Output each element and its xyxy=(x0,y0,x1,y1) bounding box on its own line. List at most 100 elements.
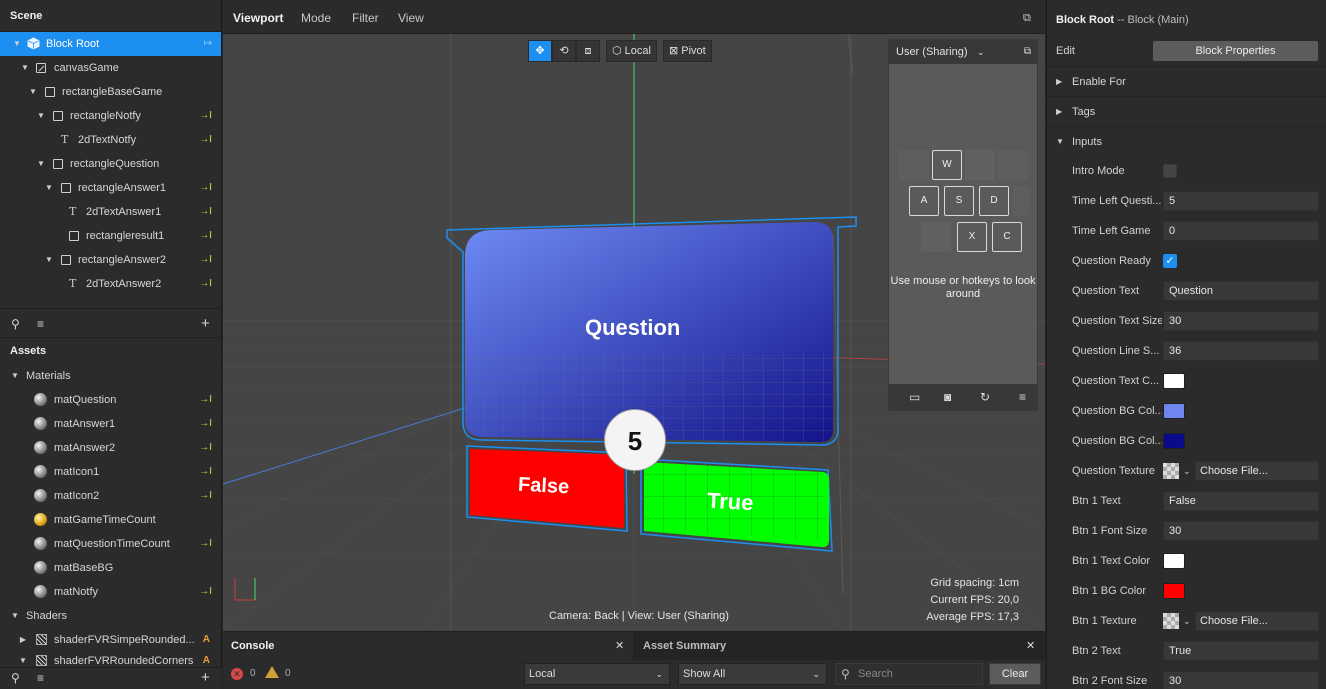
asset-material[interactable]: matAnswer2 →I xyxy=(0,436,221,460)
texture-picker[interactable]: ⌄ Choose File... xyxy=(1163,611,1319,631)
section-tags[interactable]: ▶ Tags xyxy=(1047,96,1326,126)
clear-button[interactable]: Clear xyxy=(989,663,1041,685)
rotate-tool-icon[interactable]: ⟲ xyxy=(552,40,576,62)
property-input[interactable]: 30 xyxy=(1163,311,1319,331)
camera-select[interactable]: User (Sharing) ⌄ ⧉ xyxy=(889,40,1037,64)
expand-arrow-icon[interactable]: ▶ xyxy=(18,628,28,652)
add-icon[interactable]: + xyxy=(201,669,210,686)
link-arrow-icon[interactable]: →I xyxy=(199,532,212,556)
tab-console[interactable]: Console xyxy=(223,632,633,660)
scale-tool-icon[interactable]: ⧈ xyxy=(576,40,600,62)
tree-node-rectanglenotfy[interactable]: ▼ rectangleNotfy →I xyxy=(0,104,221,128)
expand-arrow-icon[interactable]: ▼ xyxy=(44,248,54,272)
add-icon[interactable]: + xyxy=(201,315,210,332)
link-arrow-icon[interactable]: →I xyxy=(199,224,212,248)
section-enable-for[interactable]: ▶ Enable For xyxy=(1047,66,1326,96)
link-arrow-icon[interactable]: →I xyxy=(199,176,212,200)
asset-material[interactable]: matIcon1 →I xyxy=(0,460,221,484)
materials-folder[interactable]: ▼ Materials xyxy=(0,364,221,388)
key-s[interactable]: S xyxy=(944,186,974,216)
expand-arrow-icon[interactable]: ▼ xyxy=(10,604,20,628)
key-a[interactable]: A xyxy=(909,186,939,216)
tree-node-canvasgame[interactable]: ▼ canvasGame xyxy=(0,56,221,80)
block-properties-button[interactable]: Block Properties xyxy=(1153,41,1318,61)
tree-node-rectangleanswer1[interactable]: ▼ rectangleAnswer1 →I xyxy=(0,176,221,200)
pivot-toggle-button[interactable]: ⊠ Pivot xyxy=(662,40,712,62)
link-arrow-icon[interactable]: →I xyxy=(199,436,212,460)
chevron-down-icon[interactable]: ⌄ xyxy=(977,40,985,64)
expand-arrow-icon[interactable]: ▼ xyxy=(20,56,30,80)
link-arrow-icon[interactable]: →I xyxy=(199,460,212,484)
key-w[interactable]: W xyxy=(932,150,962,180)
link-arrow-icon[interactable]: ↦ xyxy=(204,32,212,56)
scope-select[interactable]: Local ⌄ xyxy=(524,663,670,685)
close-icon[interactable]: ✕ xyxy=(1026,632,1035,660)
tab-view[interactable]: View xyxy=(398,0,424,36)
tree-node-rectanglequestion[interactable]: ▼ rectangleQuestion xyxy=(0,152,221,176)
move-tool-icon[interactable]: ✥ xyxy=(528,40,552,62)
expand-arrow-icon[interactable]: ▼ xyxy=(10,364,20,388)
tab-filter[interactable]: Filter xyxy=(352,0,379,36)
search-icon[interactable]: ⚲ xyxy=(11,317,20,331)
choose-file-button[interactable]: Choose File... xyxy=(1195,461,1319,481)
tree-node-block-root[interactable]: ▼ Block Root ↦ xyxy=(0,32,221,56)
choose-file-button[interactable]: Choose File... xyxy=(1195,611,1319,631)
tree-node-rectangleanswer2[interactable]: ▼ rectangleAnswer2 →I xyxy=(0,248,221,272)
link-arrow-icon[interactable]: →I xyxy=(199,248,212,272)
property-checkbox[interactable]: ✓ xyxy=(1163,254,1177,268)
tree-node-rectanglebasegame[interactable]: ▼ rectangleBaseGame xyxy=(0,80,221,104)
color-swatch[interactable] xyxy=(1163,403,1185,419)
property-input[interactable]: 30 xyxy=(1163,671,1319,689)
filter-icon[interactable]: ≡ xyxy=(37,671,44,685)
color-swatch[interactable] xyxy=(1163,553,1185,569)
rotate-device-icon[interactable]: ↻ xyxy=(980,390,990,404)
tree-node-2dtextanswer2[interactable]: T 2dTextAnswer2 →I xyxy=(0,272,221,296)
asset-material[interactable]: matQuestion →I xyxy=(0,388,221,412)
link-arrow-icon[interactable]: →I xyxy=(199,104,212,128)
tab-mode[interactable]: Mode xyxy=(301,0,331,36)
filter-select[interactable]: Show All ⌄ xyxy=(678,663,827,685)
close-icon[interactable]: ✕ xyxy=(615,632,624,660)
error-icon[interactable]: ✕ xyxy=(231,668,243,680)
key-c[interactable]: C xyxy=(992,222,1022,252)
expand-arrow-icon[interactable]: ▼ xyxy=(36,104,46,128)
viewport-canvas[interactable]: ✥ ⟲ ⧈ ⬡ Local ⊠ Pivot Question False Tru… xyxy=(223,34,1045,631)
link-arrow-icon[interactable]: →I xyxy=(199,388,212,412)
key-x[interactable]: X xyxy=(957,222,987,252)
color-swatch[interactable] xyxy=(1163,583,1185,599)
shaders-folder[interactable]: ▼ Shaders xyxy=(0,604,221,628)
screenshot-icon[interactable]: ◙ xyxy=(944,390,951,404)
asset-material[interactable]: matGameTimeCount xyxy=(0,508,221,532)
tree-node-2dtextanswer1[interactable]: T 2dTextAnswer1 →I xyxy=(0,200,221,224)
search-icon[interactable]: ⚲ xyxy=(11,671,20,685)
property-input[interactable]: Question xyxy=(1163,281,1319,301)
property-input[interactable]: 36 xyxy=(1163,341,1319,361)
expand-arrow-icon[interactable]: ▼ xyxy=(12,32,22,56)
property-input[interactable]: True xyxy=(1163,641,1319,661)
property-input[interactable]: 0 xyxy=(1163,221,1319,241)
asset-material[interactable]: matNotfy →I xyxy=(0,580,221,604)
tab-asset-summary[interactable]: Asset Summary xyxy=(633,632,1045,660)
popout-icon[interactable]: ⧉ xyxy=(1023,0,1031,36)
menu-icon[interactable]: ≡ xyxy=(1019,390,1026,404)
tree-node-2dtextnotfy[interactable]: T 2dTextNotfy →I xyxy=(0,128,221,152)
property-input[interactable]: 5 xyxy=(1163,191,1319,211)
key-d[interactable]: D xyxy=(979,186,1009,216)
link-arrow-icon[interactable]: →I xyxy=(199,484,212,508)
local-toggle-button[interactable]: ⬡ Local xyxy=(606,40,657,62)
warning-icon[interactable] xyxy=(265,666,279,678)
expand-arrow-icon[interactable]: ▼ xyxy=(44,176,54,200)
chevron-down-icon[interactable]: ⌄ xyxy=(1183,611,1191,631)
color-swatch[interactable] xyxy=(1163,373,1185,389)
video-icon[interactable]: ▭ xyxy=(909,390,920,404)
link-arrow-icon[interactable]: →I xyxy=(199,128,212,152)
property-input[interactable]: 30 xyxy=(1163,521,1319,541)
color-swatch[interactable] xyxy=(1163,433,1185,449)
expand-arrow-icon[interactable]: ▼ xyxy=(36,152,46,176)
link-arrow-icon[interactable]: →I xyxy=(199,272,212,296)
filter-icon[interactable]: ≡ xyxy=(37,317,44,331)
asset-material[interactable]: matAnswer1 →I xyxy=(0,412,221,436)
texture-picker[interactable]: ⌄ Choose File... xyxy=(1163,461,1319,481)
chevron-down-icon[interactable]: ⌄ xyxy=(1183,461,1191,481)
tree-node-rectangleresult1[interactable]: rectangleresult1 →I xyxy=(0,224,221,248)
